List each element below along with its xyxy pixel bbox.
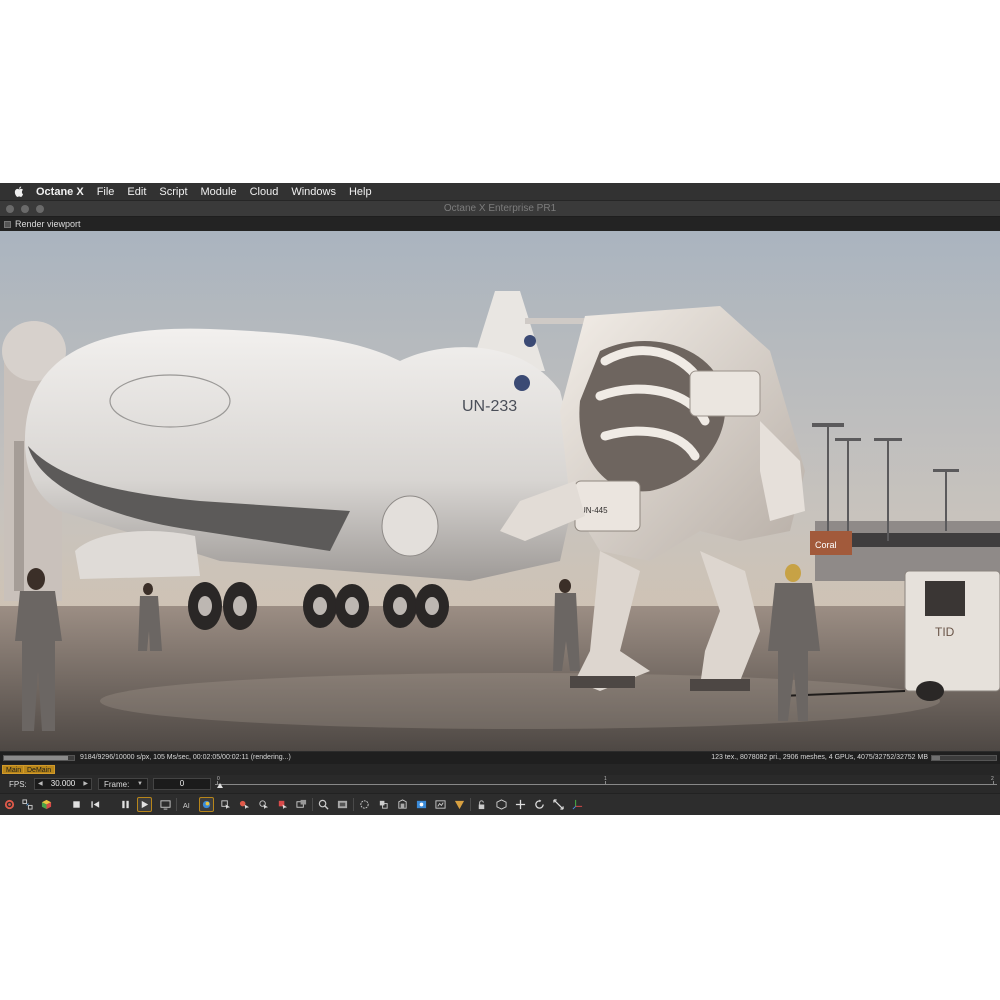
settings-icon[interactable]	[2, 797, 17, 812]
render-layer-icon[interactable]	[199, 797, 214, 812]
play-icon[interactable]	[137, 797, 152, 812]
chevron-down-icon: ▼	[137, 781, 143, 787]
frame-mode-dropdown[interactable]: Frame: ▼	[98, 778, 148, 790]
tab-main[interactable]: Main	[2, 765, 26, 774]
render-stats-text: 9184/9296/10000 s/px, 105 Ms/sec, 00:02:…	[80, 754, 291, 761]
octane-app-window: Octane X File Edit Script Module Cloud W…	[0, 183, 1000, 815]
frame-value: 0	[179, 779, 185, 788]
camera-target-icon[interactable]	[256, 797, 271, 812]
export-icon[interactable]	[20, 797, 35, 812]
timeline-label-end: 2	[991, 776, 994, 782]
menu-script[interactable]: Script	[159, 186, 187, 198]
render-progress-bar	[3, 755, 75, 761]
menu-app-name[interactable]: Octane X	[36, 186, 84, 198]
white-balance-icon[interactable]	[294, 797, 309, 812]
render-viewport-title: Render viewport	[15, 219, 81, 229]
export-image-icon[interactable]	[433, 797, 448, 812]
timeline-playhead[interactable]	[217, 783, 223, 788]
render-toolbar: AI	[0, 793, 1000, 815]
fps-label: FPS:	[9, 780, 27, 789]
tug-label: TID	[935, 625, 955, 639]
camera-view-icon[interactable]	[494, 797, 509, 812]
window-title: Octane X Enterprise PR1	[443, 203, 557, 214]
tab-demain[interactable]: DeMain	[23, 765, 56, 774]
frame-mode-label: Frame:	[104, 780, 130, 789]
svg-text:AI: AI	[183, 801, 190, 810]
menu-cloud[interactable]: Cloud	[250, 186, 279, 198]
scene-stats-text: 123 tex., 8078082 pri., 2906 meshes, 4 G…	[711, 754, 928, 761]
move-icon[interactable]	[513, 797, 528, 812]
film-region-icon[interactable]	[335, 797, 350, 812]
timeline-label-start: 0	[217, 776, 220, 782]
gizmo-icon[interactable]	[570, 797, 585, 812]
menu-module[interactable]: Module	[201, 186, 237, 198]
render-progress-fill	[4, 756, 69, 760]
menu-edit[interactable]: Edit	[127, 186, 146, 198]
scale-icon[interactable]	[551, 797, 566, 812]
reset-icon[interactable]	[452, 797, 467, 812]
timeline-track	[215, 784, 997, 785]
material-picker-icon[interactable]	[237, 797, 252, 812]
toolbar-separator	[312, 798, 313, 811]
toolbar-separator	[470, 798, 471, 811]
aircraft-tail-number: UN-233	[462, 398, 517, 415]
gpu-memory-bar	[931, 755, 997, 761]
render-status-bar: 9184/9296/10000 s/px, 105 Ms/sec, 00:02:…	[0, 752, 1000, 764]
fps-stepper[interactable]: ◀ 30.000 ▶	[34, 778, 92, 790]
window-title-bar[interactable]: Octane X Enterprise PR1	[0, 200, 1000, 217]
lock-viewport-icon[interactable]	[357, 797, 372, 812]
color-cube-icon[interactable]	[39, 797, 54, 812]
rendered-image: Coral UN-233 UN-445 TID	[0, 231, 1000, 751]
menu-help[interactable]: Help	[349, 186, 372, 198]
terminal-sign-text: Coral	[815, 540, 837, 550]
timeline-label-mid: 1	[604, 776, 607, 782]
ai-light-icon[interactable]: AI	[180, 797, 195, 812]
fps-increase-icon[interactable]: ▶	[83, 779, 88, 789]
pause-icon[interactable]	[118, 797, 133, 812]
subsample-icon[interactable]	[395, 797, 410, 812]
priority-icon[interactable]	[414, 797, 429, 812]
focus-picker-icon[interactable]	[275, 797, 290, 812]
rotate-icon[interactable]	[532, 797, 547, 812]
rewind-icon[interactable]	[88, 797, 103, 812]
render-viewport[interactable]: Coral UN-233 UN-445 TID	[0, 231, 1000, 751]
menu-bar: Octane X File Edit Script Module Cloud W…	[0, 183, 1000, 200]
region-render-icon[interactable]	[316, 797, 331, 812]
toolbar-separator	[176, 798, 177, 811]
display-icon[interactable]	[158, 797, 173, 812]
render-viewport-header: Render viewport	[0, 217, 1000, 231]
viewport-lock-icon[interactable]	[474, 797, 489, 812]
toolbar-separator	[353, 798, 354, 811]
panel-toggle-icon[interactable]	[4, 220, 11, 228]
animation-row: FPS: ◀ 30.000 ▶ Frame: ▼ 0 0 1 2	[0, 775, 1000, 793]
apple-icon[interactable]	[13, 185, 26, 198]
render-tabs-row: Main DeMain	[0, 764, 1000, 775]
gpu-memory-fill	[932, 756, 940, 760]
frame-input[interactable]: 0	[153, 778, 211, 790]
object-picker-icon[interactable]	[218, 797, 233, 812]
menu-file[interactable]: File	[97, 186, 115, 198]
timeline-scrubber[interactable]: 0 1 2	[215, 776, 997, 791]
clay-mode-icon[interactable]	[376, 797, 391, 812]
menu-windows[interactable]: Windows	[291, 186, 336, 198]
stop-icon[interactable]	[69, 797, 84, 812]
